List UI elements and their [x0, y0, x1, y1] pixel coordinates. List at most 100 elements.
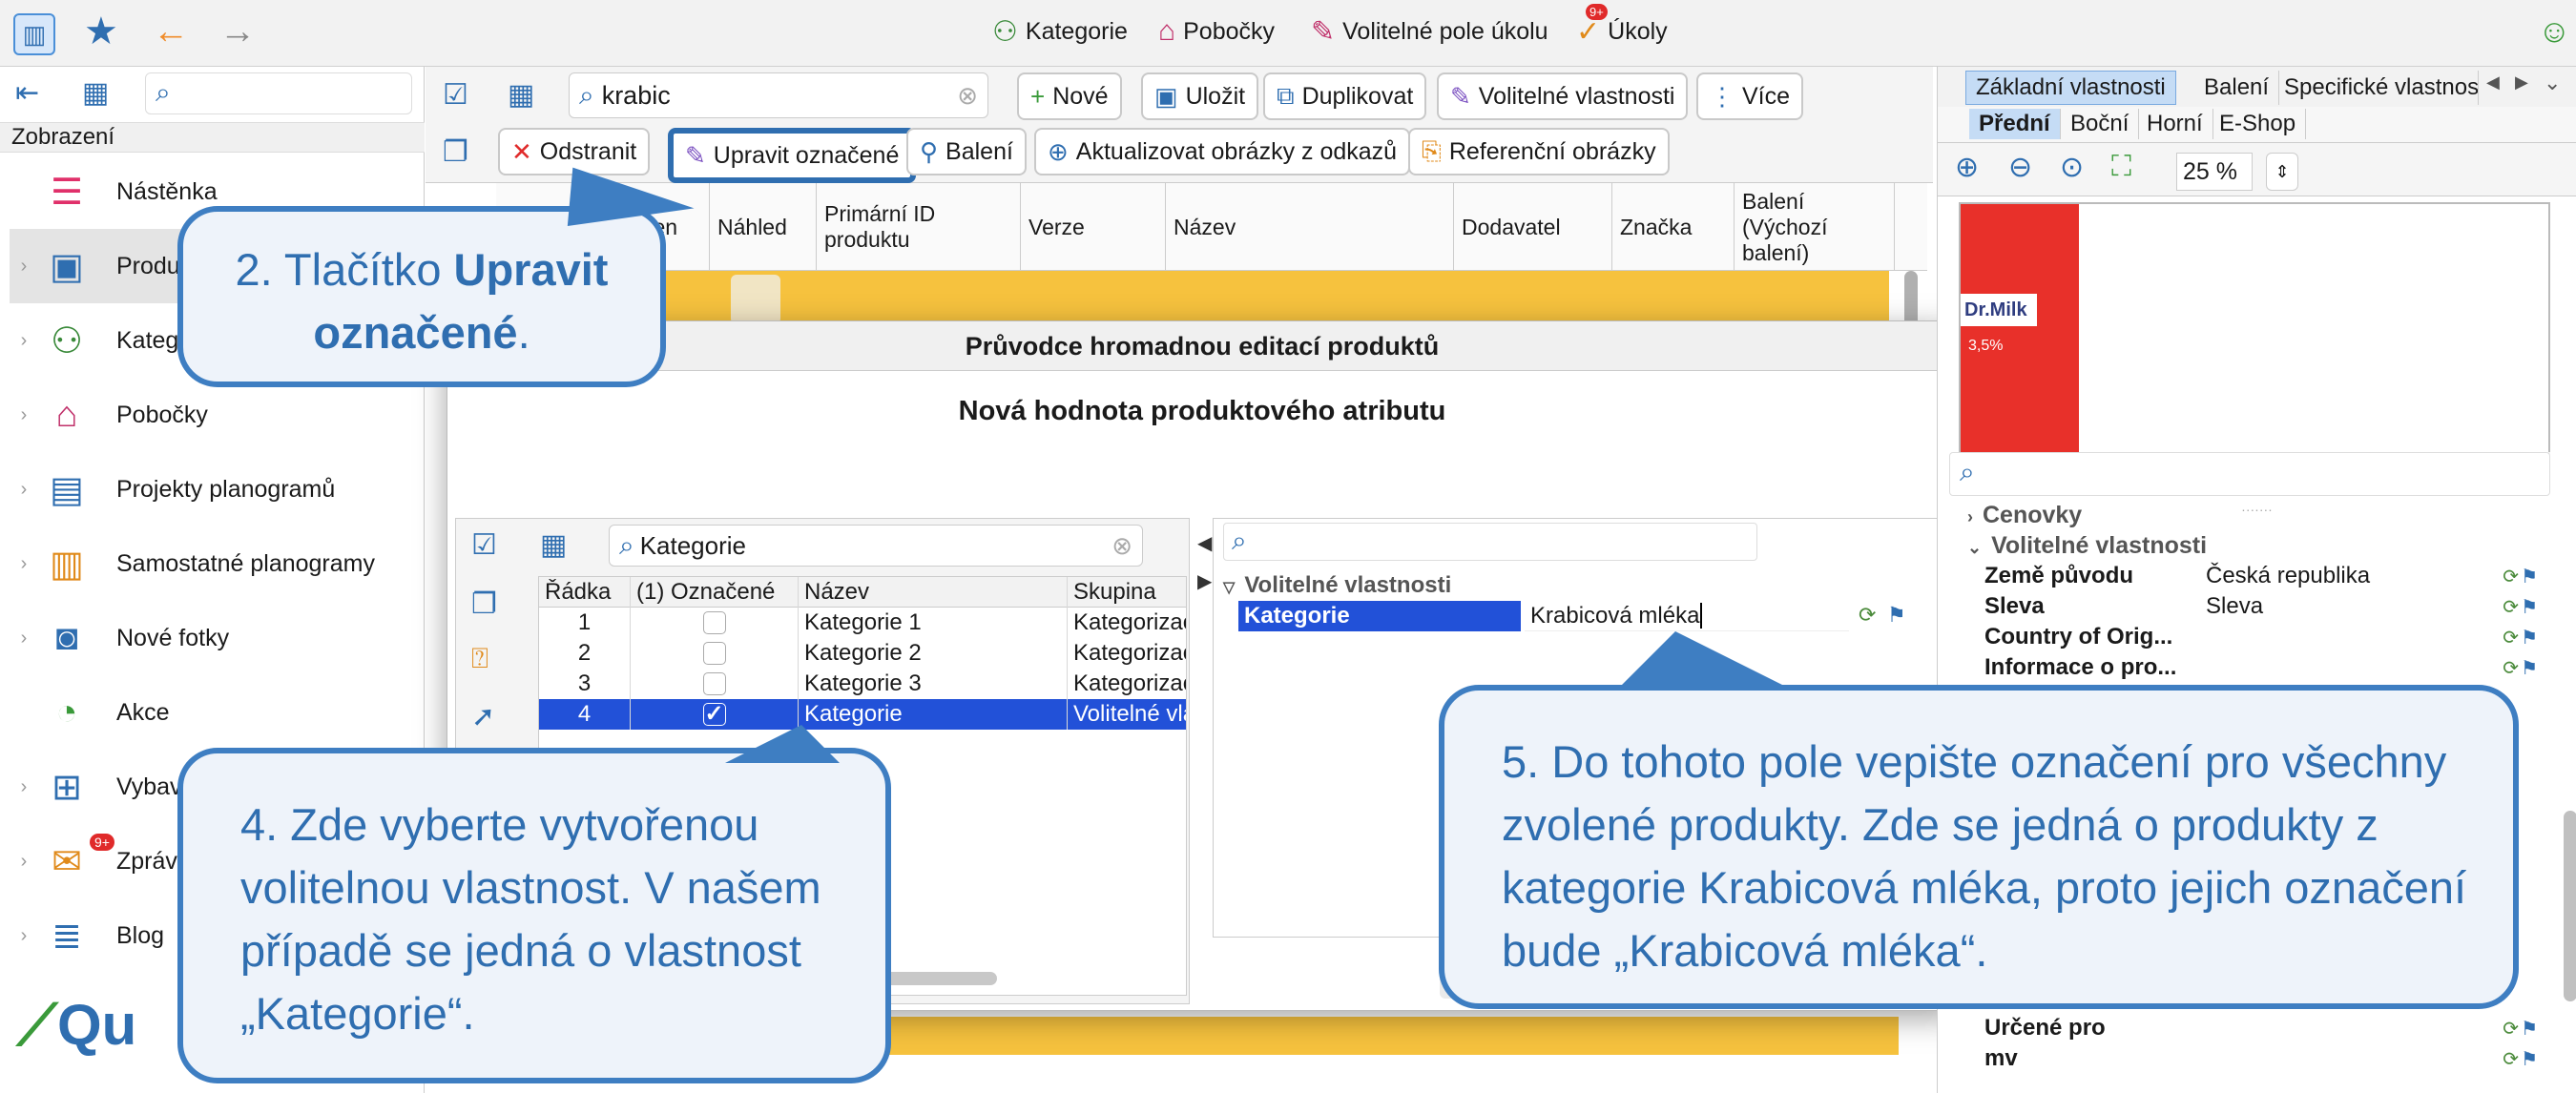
view-tab-2[interactable]: Boční	[2061, 109, 2140, 139]
sidebar-toggle-icon[interactable]: ▥	[13, 13, 55, 55]
zoom-fit-icon[interactable]: ⊙	[2060, 151, 2084, 184]
chevron-right-icon[interactable]: ›	[10, 479, 38, 501]
custom-properties-button[interactable]: ✎ Volitelné vlastnosti	[1437, 72, 1689, 120]
packaging-button[interactable]: ⚲ Balení	[906, 128, 1027, 175]
col-header-marked[interactable]: (1) Označené	[631, 577, 799, 608]
flag-icon[interactable]: ⚑	[2521, 595, 2538, 619]
table-settings-icon[interactable]: ▦	[82, 76, 109, 110]
columns-icon[interactable]: ▦	[540, 528, 567, 562]
clear-search-icon[interactable]: ⊗	[957, 81, 978, 111]
col-header-preview[interactable]: Náhled	[710, 183, 817, 271]
back-arrow-icon[interactable]: ←	[153, 11, 189, 52]
group-prices[interactable]: › Cenovky	[1967, 502, 2082, 529]
smiley-icon[interactable]: ☺	[2538, 13, 2571, 51]
columns-icon[interactable]: ▦	[508, 78, 534, 112]
top-link-branches[interactable]: ⌂ Pobočky	[1158, 15, 1275, 48]
chevron-right-icon[interactable]: ›	[10, 256, 38, 278]
chevron-right-icon[interactable]: ›	[10, 925, 38, 947]
refresh-icon[interactable]: ⟳	[2503, 565, 2519, 588]
col-header-row[interactable]: Řádka	[539, 577, 631, 608]
copy-icon[interactable]: ❐	[443, 135, 468, 169]
col-header-packaging[interactable]: Balení (Výchozí balení)	[1735, 183, 1895, 271]
favorites-star-icon[interactable]: ★	[84, 10, 118, 53]
expand-chevron-icon[interactable]: ▽	[1223, 580, 1235, 596]
right-tab-3[interactable]: Specifické vlastnosti	[2275, 71, 2479, 105]
help-icon[interactable]: ⍰	[471, 643, 488, 675]
collapse-icon[interactable]: ⇤	[15, 76, 39, 110]
flag-icon[interactable]: ⚑	[2521, 1047, 2538, 1071]
tab-scroll-right-icon[interactable]: ▶	[2515, 72, 2528, 93]
row-checkbox[interactable]	[702, 642, 726, 665]
chevron-right-icon[interactable]: ›	[10, 404, 38, 426]
flag-icon[interactable]: ⚑	[2521, 1017, 2538, 1041]
chevron-right-icon[interactable]: ›	[10, 330, 38, 352]
col-header-version[interactable]: Verze	[1021, 183, 1166, 271]
row-checkbox[interactable]: ✓	[702, 703, 726, 726]
collapse-chevron-icon[interactable]: ⌄	[1967, 538, 1982, 557]
sidebar-search-input[interactable]: ⌕	[145, 72, 412, 114]
top-link-categories[interactable]: ⚇ Kategorie	[992, 15, 1128, 49]
property-row[interactable]: Země původu Česká republika ⟳ ⚑	[1984, 561, 2557, 591]
right-tab-2[interactable]: Balení	[2194, 71, 2280, 105]
col-header-supplier[interactable]: Dodavatel	[1454, 183, 1612, 271]
flag-icon[interactable]: ⚑	[2521, 656, 2538, 680]
sidebar-item-4[interactable]: › ⌂ Pobočky	[10, 378, 429, 452]
forward-arrow-icon[interactable]: →	[219, 11, 256, 52]
refresh-icon[interactable]: ⟳	[2503, 595, 2519, 619]
expand-chevron-icon[interactable]: ›	[1967, 507, 1973, 526]
zoom-level-input[interactable]: 25 %	[2176, 153, 2253, 191]
col-header-primary-id[interactable]: Primární ID produktu	[817, 183, 1021, 271]
flag-icon[interactable]: ⚑	[2521, 626, 2538, 650]
table-row-selected[interactable]	[496, 271, 1889, 322]
view-tab-4[interactable]: E-Shop	[2210, 109, 2307, 139]
fullscreen-icon[interactable]: ⛶	[2111, 151, 2131, 183]
pointer-icon[interactable]: ➚	[471, 700, 495, 733]
new-button[interactable]: + Nové	[1017, 72, 1122, 120]
reference-images-button[interactable]: ⎘ Referenční obrázky	[1408, 128, 1670, 175]
col-header-name[interactable]: Název	[1166, 183, 1454, 271]
property-row[interactable]: Určené pro ⟳ ⚑	[1984, 1013, 2557, 1043]
top-link-custom-fields[interactable]: ✎ Volitelné pole úkolu	[1311, 15, 1548, 49]
select-all-icon[interactable]: ☑	[443, 78, 468, 112]
refresh-icon[interactable]: ⟳	[2503, 626, 2519, 650]
attribute-search-input[interactable]: ⌕ Kategorie ⊗	[609, 525, 1143, 567]
refresh-icon[interactable]: ⟳	[2503, 1017, 2519, 1041]
flag-icon[interactable]: ⚑	[1887, 603, 1906, 628]
more-button[interactable]: ⋮ Více	[1696, 72, 1804, 120]
refresh-icon[interactable]: ⟳	[2503, 1047, 2519, 1071]
tab-menu-icon[interactable]: ⌄	[2544, 71, 2561, 95]
sidebar-item-5[interactable]: › ▤ Projekty planogramů	[10, 452, 429, 526]
chevron-right-icon[interactable]: ›	[10, 553, 38, 575]
chevron-right-icon[interactable]: ›	[10, 628, 38, 650]
property-row[interactable]: Sleva Sleva ⟳ ⚑	[1984, 591, 2557, 622]
property-value[interactable]: Sleva	[2206, 593, 2263, 620]
property-value[interactable]: Česká republika	[2206, 563, 2370, 589]
refresh-icon[interactable]: ⟳	[1859, 603, 1876, 628]
property-row[interactable]: Country of Orig... ⟳ ⚑	[1984, 622, 2557, 652]
row-checkbox[interactable]	[702, 672, 726, 695]
attribute-row[interactable]: 1 Kategorie 1Kategorizace	[539, 608, 1186, 638]
value-search-input[interactable]: ⌕	[1223, 523, 1757, 561]
right-tab-1[interactable]: Základní vlastnosti	[1965, 71, 2176, 105]
sidebar-item-7[interactable]: › ◙ Nové fotky	[10, 601, 429, 675]
col-header-group[interactable]: Skupina	[1068, 577, 1186, 608]
row-checkbox[interactable]	[702, 611, 726, 634]
property-value-input[interactable]: Krabicová mléka	[1525, 601, 1849, 631]
view-tab-3[interactable]: Horní	[2137, 109, 2213, 139]
property-row[interactable]: Informace o pro... ⟳ ⚑	[1984, 652, 2557, 683]
property-row[interactable]: mv ⟳ ⚑	[1984, 1043, 2557, 1074]
tab-scroll-left-icon[interactable]: ◀	[2486, 72, 2500, 93]
edit-selected-button[interactable]: ✎ Upravit označené	[668, 128, 917, 183]
view-tab-1[interactable]: Přední	[1969, 109, 2061, 139]
sidebar-item-8[interactable]: ◔ Akce	[10, 675, 429, 750]
product-search-input[interactable]: ⌕ krabic ⊗	[569, 72, 988, 118]
col-header-name[interactable]: Název	[799, 577, 1068, 608]
group-custom-properties[interactable]: ⌄ Volitelné vlastnosti	[1967, 532, 2207, 560]
top-link-tasks[interactable]: ✓ 9+ Úkoly	[1576, 4, 1668, 49]
zoom-in-icon[interactable]: ⊕	[1955, 151, 1979, 184]
clear-search-icon[interactable]: ⊗	[1111, 531, 1132, 561]
save-button[interactable]: ▣ Uložit	[1141, 72, 1259, 120]
refresh-icon[interactable]: ⟳	[2503, 656, 2519, 680]
chevron-right-icon[interactable]: ›	[10, 776, 38, 798]
splitter-arrow-icon[interactable]: ◀	[1197, 531, 1212, 555]
